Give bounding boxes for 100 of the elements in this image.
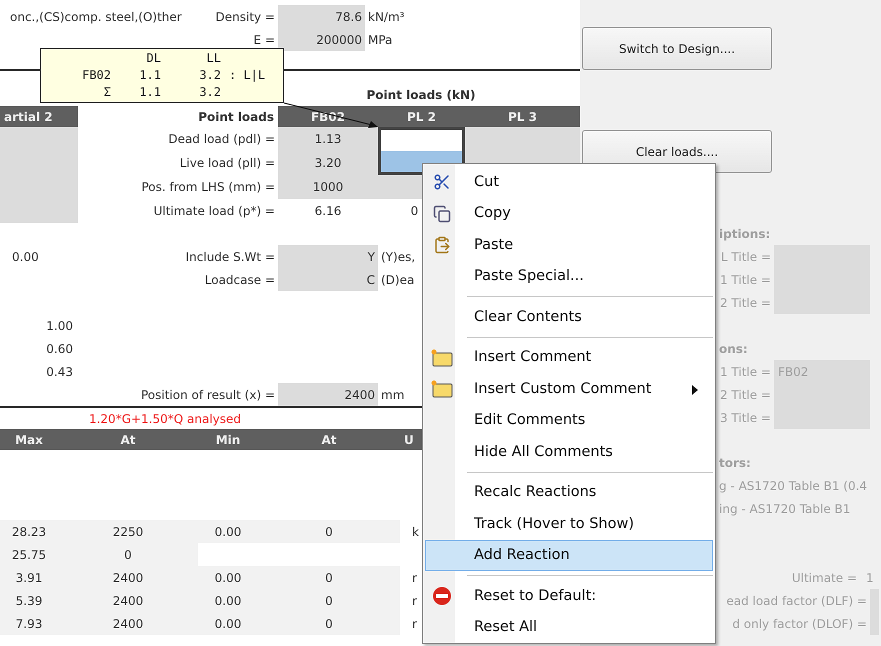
result-cell: 0: [325, 594, 333, 608]
result-position-label: Position of result (x) =: [140, 388, 275, 402]
comment-text: Σ: [102, 84, 111, 101]
property-label: E =: [254, 32, 275, 46]
comment-icon: [431, 348, 453, 366]
result-cell: r: [412, 570, 417, 584]
comment-text: LL: [206, 50, 221, 67]
row-label: Ultimate load (p*) =: [154, 204, 275, 218]
field-label: 1 Title =: [720, 272, 771, 286]
menu-item[interactable]: Paste Special...: [425, 260, 713, 292]
field-label: 1 Title =: [720, 364, 771, 378]
field-label: 3 Title =: [720, 410, 771, 424]
copy-icon: [433, 204, 451, 222]
analysis-note: 1.20*G+1.50*Q analysed: [88, 412, 242, 426]
column-header: PL 2: [378, 106, 465, 127]
result-cell: 0: [325, 570, 333, 584]
option-label: Loadcase =: [204, 272, 275, 286]
column-header: PL 3: [465, 106, 580, 127]
row-label: Pos. from LHS (mm) =: [141, 180, 275, 194]
menu-item[interactable]: Paste: [425, 229, 713, 260]
comment-text: 3.2: [198, 67, 221, 84]
comment-text: : L|L: [228, 67, 266, 84]
option-note: (Y)es,: [381, 250, 416, 264]
result-cell: 2400: [112, 570, 144, 584]
option-value[interactable]: C: [278, 268, 378, 291]
section-heading: iptions:: [719, 226, 770, 240]
property-label: Density =: [216, 10, 275, 24]
property-value: 78.6: [278, 5, 365, 28]
result-position-value[interactable]: 2400: [278, 383, 378, 406]
load-cell[interactable]: 1.13: [278, 127, 378, 151]
result-cell: k: [412, 524, 419, 538]
menu-item[interactable]: Insert Comment: [425, 342, 713, 373]
result-cell: 2250: [112, 524, 144, 538]
panel-button[interactable]: Switch to Design....: [582, 27, 772, 70]
menu-item[interactable]: Track (Hover to Show): [425, 508, 713, 540]
menu-item[interactable]: Add Reaction: [425, 540, 713, 571]
field-label: L Title =: [720, 250, 771, 264]
unit-label: MPa: [368, 32, 392, 46]
comment-text: 3.2: [198, 84, 221, 101]
option-label: Include S.Wt =: [186, 250, 275, 264]
comment-text: 1.1: [138, 67, 161, 84]
option-value[interactable]: Y: [278, 245, 378, 268]
row-label: Dead load (pdl) =: [168, 132, 275, 146]
menu-item[interactable]: Clear Contents: [425, 301, 713, 332]
comment-text: FB02: [81, 67, 111, 84]
result-cell: 0.00: [214, 524, 242, 538]
field-label: 2 Title =: [720, 388, 771, 402]
column-header: artial 2: [0, 106, 78, 127]
result-cell: 0: [325, 616, 333, 630]
menu-item[interactable]: Reset to Default:: [425, 580, 713, 612]
factor-value: 1.00: [46, 318, 73, 332]
property-value: 200000: [278, 28, 365, 51]
comment-icon: [431, 380, 453, 398]
empty-cell[interactable]: [0, 199, 78, 223]
load-cell[interactable]: 3.20: [278, 151, 378, 175]
field-label: Ultimate =: [792, 570, 857, 584]
load-cell[interactable]: 1000: [278, 175, 378, 199]
column-header: FB02: [278, 106, 378, 127]
result-cell: 2400: [112, 594, 144, 608]
option-note: (D)ea: [381, 272, 414, 286]
factor-value: 0.60: [46, 342, 73, 356]
load-cell[interactable]: 6.16: [278, 199, 378, 223]
unit-label: kN/m³: [368, 10, 404, 24]
result-cell: 25.75: [12, 548, 46, 562]
empty-cell[interactable]: [0, 127, 78, 151]
result-cell: 0.00: [214, 594, 242, 608]
comment-text: DL: [146, 50, 161, 67]
comment-text: 1.1: [138, 84, 161, 101]
result-cell: 28.23: [12, 524, 46, 538]
column-header: Max: [0, 429, 58, 450]
section-heading: tors:: [719, 456, 751, 470]
unit-label: mm: [381, 388, 404, 402]
material-note: onc.,(CS)comp. steel,(O)ther: [10, 10, 182, 24]
column-header: At: [58, 429, 198, 450]
result-cell: r: [412, 616, 417, 630]
factor-note: ing - AS1720 Table B1: [719, 502, 850, 516]
result-cell: 3.91: [16, 570, 42, 584]
load-cell[interactable]: [378, 127, 465, 151]
stop-icon: [432, 586, 452, 606]
column-header: Min: [198, 429, 258, 450]
column-header: At: [258, 429, 400, 450]
section-heading: ons:: [719, 342, 748, 356]
result-cell: 0: [124, 548, 132, 562]
field-label: d only factor (DLOF) =: [732, 616, 867, 630]
scissors-icon: [433, 173, 451, 191]
menu-item[interactable]: Insert Custom Comment: [425, 373, 713, 404]
menu-item[interactable]: Copy: [425, 198, 713, 229]
field-label: 2 Title =: [720, 296, 771, 310]
result-cell: 0.00: [214, 616, 242, 630]
result-cell: 5.39: [16, 594, 42, 608]
result-cell: 2400: [112, 616, 144, 630]
result-cell: 7.93: [16, 616, 42, 630]
factor-value: 0.43: [46, 364, 73, 378]
factor-note: g - AS1720 Table B1 (0.4: [719, 478, 868, 492]
menu-item[interactable]: Reset All: [425, 612, 713, 643]
load-cell[interactable]: [465, 127, 580, 151]
point-loads-title: Point loads (kN): [366, 88, 476, 102]
result-cell: 0: [325, 524, 333, 538]
field-label: ead load factor (DLF) =: [726, 594, 867, 608]
menu-item[interactable]: Recalc Reactions: [425, 476, 713, 508]
